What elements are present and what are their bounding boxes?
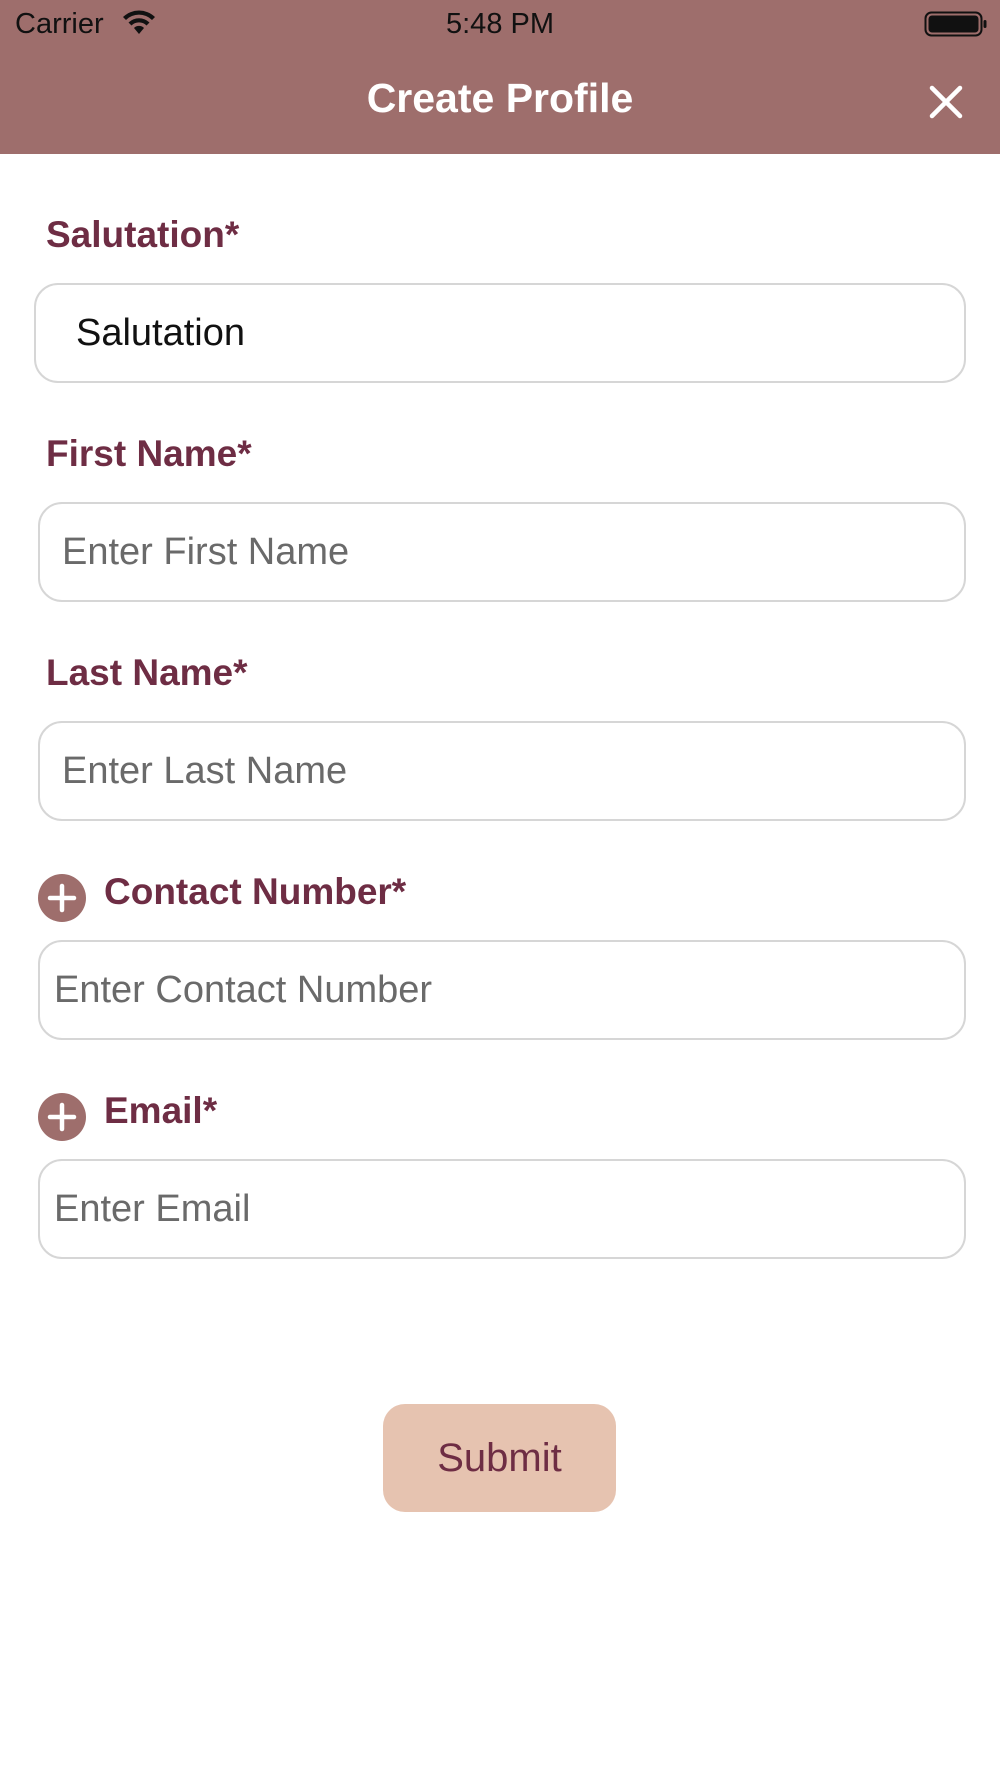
add-contact-number-icon[interactable] [38, 874, 86, 922]
submit-button[interactable]: Submit [383, 1404, 616, 1512]
last-name-input[interactable] [62, 749, 964, 793]
contact-number-input[interactable] [54, 968, 964, 1012]
contact-number-label: Contact Number* [104, 871, 407, 912]
email-input[interactable] [54, 1187, 964, 1231]
first-name-label: First Name* [46, 433, 252, 474]
add-email-icon[interactable] [38, 1093, 86, 1141]
contact-number-field-container [38, 940, 966, 1040]
salutation-value: Salutation [76, 311, 246, 354]
email-field-container [38, 1159, 966, 1259]
email-label: Email* [104, 1090, 218, 1131]
header-bar: Carrier 5:48 PM Create Profile [0, 0, 1000, 154]
salutation-label: Salutation* [46, 214, 240, 255]
first-name-input[interactable] [62, 530, 964, 574]
last-name-label: Last Name* [46, 652, 248, 693]
status-bar: Carrier 5:48 PM [0, 0, 1000, 50]
page-title: Create Profile [366, 75, 634, 121]
battery-full-icon [924, 11, 987, 37]
clock: 5:48 PM [446, 8, 554, 40]
first-name-field-container [38, 502, 966, 602]
last-name-field-container [38, 721, 966, 821]
close-icon[interactable] [922, 78, 970, 126]
salutation-select[interactable]: Salutation [34, 283, 966, 383]
